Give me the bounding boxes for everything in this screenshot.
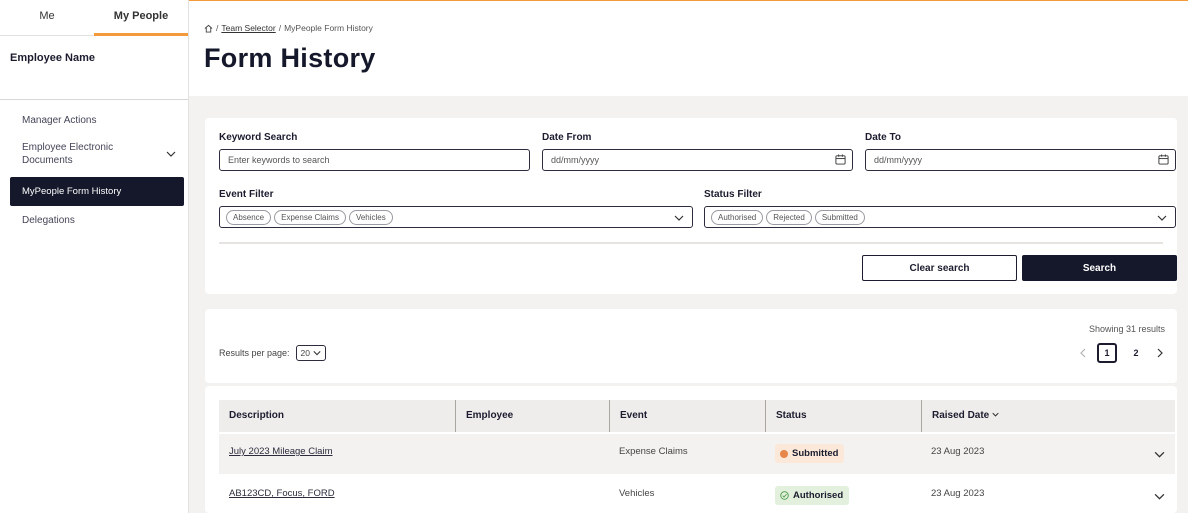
date-from-input[interactable]: dd/mm/yyyy (542, 149, 853, 171)
breadcrumb-separator: / (278, 23, 282, 33)
form-history-table: Description Employee Event Status Raised… (205, 386, 1177, 513)
page-2-button[interactable]: 2 (1126, 343, 1146, 363)
results-per-page-label: Results per page: (219, 348, 290, 358)
chevron-down-icon (1157, 215, 1167, 221)
calendar-icon[interactable] (1158, 154, 1169, 165)
table-row[interactable]: July 2023 Mileage Claim Expense Claims S… (219, 434, 1175, 474)
home-icon[interactable] (204, 24, 213, 33)
chevron-down-icon (166, 151, 176, 157)
keyword-search-label: Keyword Search (219, 132, 298, 143)
filters-panel: Keyword Search Enter keywords to search … (205, 118, 1177, 294)
results-per-page-select[interactable]: 20 (295, 345, 327, 361)
sort-down-icon (992, 412, 999, 417)
status-chip[interactable]: Submitted (814, 209, 865, 225)
sidebar: Me My People Employee Name Manager Actio… (0, 0, 189, 513)
chevron-down-icon[interactable] (1154, 449, 1165, 460)
chevron-left-icon[interactable] (1078, 348, 1088, 358)
chevron-down-icon[interactable] (1154, 491, 1165, 502)
clear-search-button[interactable]: Clear search (862, 255, 1017, 281)
status-text: Submitted (792, 448, 839, 459)
check-circle-icon (780, 491, 789, 500)
page-header: / Team Selector / MyPeople Form History … (189, 0, 1188, 96)
breadcrumb-team-selector[interactable]: Team Selector (221, 23, 275, 33)
description-cell: July 2023 Mileage Claim (219, 434, 455, 474)
submitted-icon (780, 449, 788, 458)
column-raised-date[interactable]: Raised Date (921, 400, 1175, 432)
sidebar-item-label: Employee Electronic Documents (22, 142, 114, 166)
keyword-search-input[interactable]: Enter keywords to search (219, 149, 530, 171)
description-link[interactable]: July 2023 Mileage Claim (229, 446, 333, 457)
status-cell: Authorised (765, 476, 921, 513)
page-title: Form History (204, 43, 376, 73)
status-text: Authorised (793, 490, 844, 501)
date-from-placeholder: dd/mm/yyyy (551, 155, 600, 165)
status-chip[interactable]: Rejected (766, 209, 812, 225)
page-1-button[interactable]: 1 (1097, 343, 1117, 363)
employee-name: Employee Name (0, 36, 188, 100)
tab-me[interactable]: Me (0, 0, 94, 36)
filters-divider (219, 242, 1163, 244)
search-button[interactable]: Search (1022, 255, 1177, 281)
sidebar-item-delegations[interactable]: Delegations (0, 206, 188, 230)
breadcrumb-current: MyPeople Form History (284, 23, 373, 33)
description-link[interactable]: AB123CD, Focus, FORD (229, 488, 335, 499)
sidebar-item-manager-actions[interactable]: Manager Actions (0, 111, 188, 137)
raised-date-cell: 23 Aug 2023 (931, 488, 985, 499)
calendar-icon[interactable] (835, 154, 846, 165)
results-per-page: Results per page: 20 (219, 345, 327, 361)
employee-cell (455, 434, 609, 474)
breadcrumb-separator: / (216, 23, 219, 33)
sidebar-item-employee-electronic-documents[interactable]: Employee Electronic Documents (0, 137, 188, 177)
employee-cell (455, 476, 609, 513)
event-chip[interactable]: Expense Claims (274, 209, 346, 225)
column-employee: Employee (455, 400, 609, 432)
sidebar-nav: Manager Actions Employee Electronic Docu… (0, 100, 188, 230)
date-to-label: Date To (865, 132, 901, 143)
chevron-down-icon (674, 215, 684, 221)
status-filter-select[interactable]: Authorised Rejected Submitted (704, 206, 1176, 228)
event-cell: Vehicles (619, 488, 655, 499)
event-chip[interactable]: Absence (226, 209, 272, 225)
tab-my-people[interactable]: My People (94, 0, 188, 36)
event-filter-select[interactable]: Absence Expense Claims Vehicles (219, 206, 693, 228)
results-bar: Results per page: 20 Showing 31 results … (205, 309, 1177, 383)
event-chip[interactable]: Vehicles (348, 209, 393, 225)
description-cell: AB123CD, Focus, FORD (219, 476, 455, 513)
status-badge: Submitted (775, 444, 845, 463)
status-badge: Authorised (775, 486, 850, 505)
date-from-label: Date From (542, 132, 592, 143)
date-to-placeholder: dd/mm/yyyy (874, 155, 923, 165)
breadcrumb: / Team Selector / MyPeople Form History (204, 23, 1188, 33)
chevron-right-icon[interactable] (1155, 348, 1165, 358)
column-event: Event (609, 400, 765, 432)
results-per-page-value: 20 (300, 348, 311, 358)
table-header: Description Employee Event Status Raised… (219, 400, 1175, 432)
status-chip[interactable]: Authorised (711, 209, 764, 225)
status-cell: Submitted (765, 434, 921, 474)
column-status: Status (765, 400, 921, 432)
main-content: / Team Selector / MyPeople Form History … (189, 0, 1188, 513)
column-raised-date-label: Raised Date (932, 410, 990, 421)
sidebar-item-mypeople-form-history[interactable]: MyPeople Form History (10, 177, 184, 206)
results-count: Showing 31 results (1088, 324, 1165, 334)
status-filter-label: Status Filter (704, 189, 762, 200)
pagination: 1 2 (1078, 343, 1165, 363)
table-row[interactable]: AB123CD, Focus, FORD Vehicles Authorised… (219, 476, 1175, 513)
chevron-down-icon (313, 351, 321, 356)
event-cell: Expense Claims (619, 446, 688, 457)
sidebar-tabs: Me My People (0, 0, 188, 36)
date-to-input[interactable]: dd/mm/yyyy (865, 149, 1176, 171)
column-description: Description (229, 410, 285, 421)
event-filter-label: Event Filter (219, 189, 274, 200)
raised-date-cell: 23 Aug 2023 (931, 446, 985, 457)
